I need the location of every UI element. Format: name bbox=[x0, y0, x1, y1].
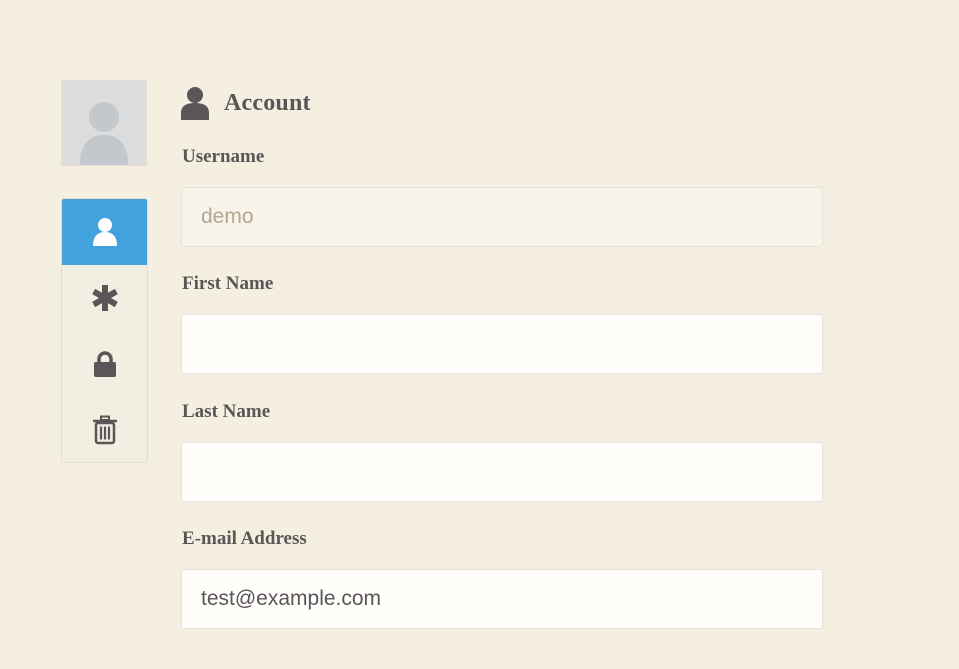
last-name-label: Last Name bbox=[182, 401, 271, 422]
first-name-field[interactable] bbox=[181, 314, 823, 374]
nav-item-account[interactable] bbox=[62, 199, 147, 265]
nav-item-password[interactable] bbox=[62, 265, 147, 331]
asterisk-icon bbox=[91, 285, 118, 311]
email-label: E-mail Address bbox=[182, 528, 307, 549]
trash-icon bbox=[92, 415, 117, 445]
avatar-placeholder-icon bbox=[62, 81, 146, 165]
nav-item-delete-account[interactable] bbox=[62, 397, 147, 462]
account-heading: Account bbox=[181, 84, 311, 122]
first-name-label: First Name bbox=[182, 273, 274, 294]
lock-icon bbox=[93, 351, 116, 377]
account-sidenav bbox=[61, 198, 148, 463]
avatar bbox=[61, 80, 147, 166]
user-icon bbox=[92, 218, 117, 246]
user-icon bbox=[181, 87, 209, 120]
nav-item-security[interactable] bbox=[62, 331, 147, 397]
email-field[interactable] bbox=[181, 569, 823, 629]
page-title: Account bbox=[224, 89, 311, 116]
username-label: Username bbox=[182, 146, 265, 167]
last-name-field[interactable] bbox=[181, 442, 823, 502]
username-field[interactable] bbox=[181, 187, 823, 247]
